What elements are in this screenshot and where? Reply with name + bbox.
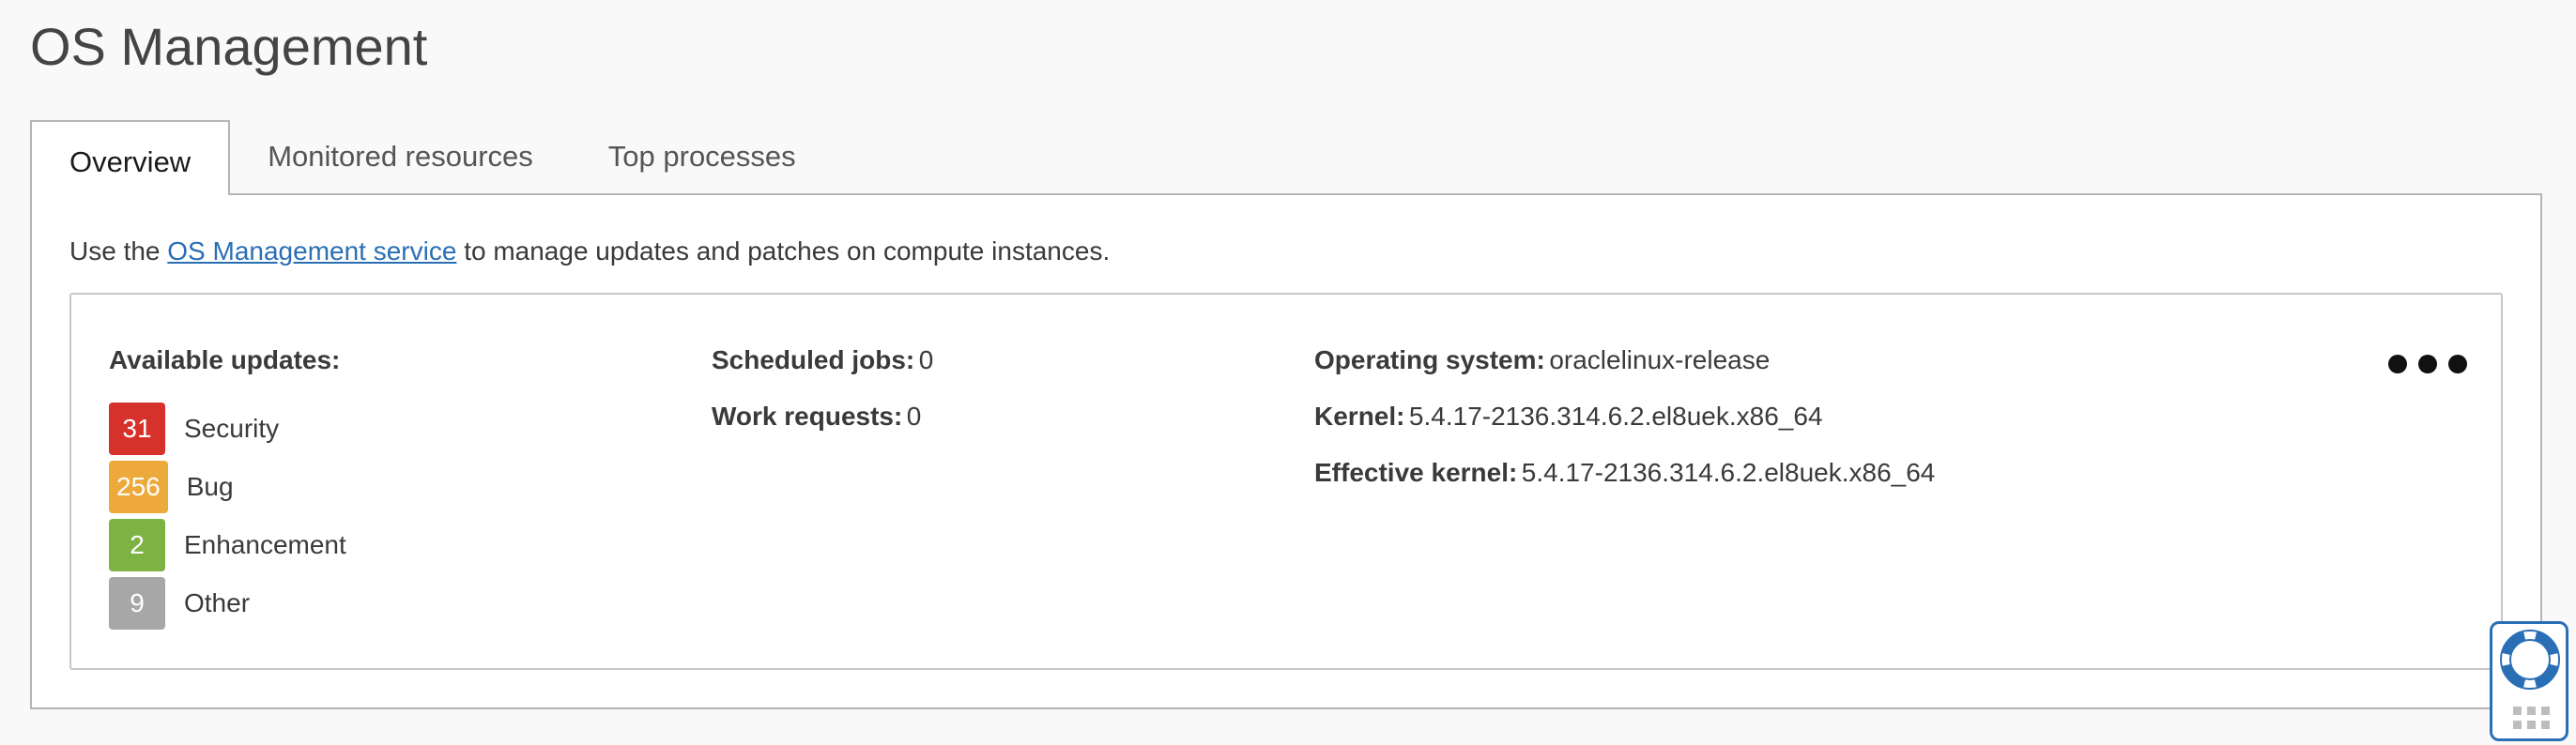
enhancement-count-badge: 2 <box>109 519 165 571</box>
more-actions-icon[interactable] <box>2388 355 2467 373</box>
update-row-enhancement[interactable]: 2 Enhancement <box>109 518 346 572</box>
tab-monitored-resources[interactable]: Monitored resources <box>230 120 571 193</box>
kernel-value: 5.4.17-2136.314.6.2.el8uek.x86_64 <box>1408 402 1823 431</box>
system-info-section: Operating system: oraclelinux-release Ke… <box>1314 342 1935 510</box>
available-updates-section: Available updates: 31 Security 256 Bug 2… <box>109 342 346 631</box>
bug-label: Bug <box>186 472 234 501</box>
more-dot <box>2448 355 2467 373</box>
intro-text: Use the OS Management service to manage … <box>69 236 1110 266</box>
kernel-label: Kernel: <box>1314 402 1405 431</box>
enhancement-label: Enhancement <box>184 530 346 559</box>
bug-count-badge: 256 <box>109 461 168 513</box>
tab-bar: Overview Monitored resources Top process… <box>30 120 834 195</box>
effective-kernel-value: 5.4.17-2136.314.6.2.el8uek.x86_64 <box>1521 458 1936 487</box>
work-requests-value: 0 <box>906 402 922 431</box>
jobs-section: Scheduled jobs: 0 Work requests: 0 <box>712 342 933 454</box>
security-label: Security <box>184 414 280 443</box>
drag-handle-icon[interactable] <box>2513 707 2550 729</box>
operating-system-label: Operating system: <box>1314 345 1545 374</box>
os-management-summary-card: Available updates: 31 Security 256 Bug 2… <box>69 293 2503 670</box>
work-requests-row: Work requests: 0 <box>712 398 933 454</box>
update-row-bug[interactable]: 256 Bug <box>109 460 346 514</box>
intro-prefix: Use the <box>69 236 168 266</box>
page-title: OS Management <box>30 17 428 76</box>
scheduled-jobs-value: 0 <box>918 345 934 374</box>
tab-top-processes[interactable]: Top processes <box>571 120 834 193</box>
operating-system-row: Operating system: oraclelinux-release <box>1314 342 1935 398</box>
other-count-badge: 9 <box>109 577 165 630</box>
update-row-security[interactable]: 31 Security <box>109 402 346 456</box>
more-dot <box>2418 355 2437 373</box>
lifebuoy-icon <box>2500 630 2560 690</box>
overview-panel: Use the OS Management service to manage … <box>30 193 2542 709</box>
updates-list: 31 Security 256 Bug 2 Enhancement 9 Othe… <box>109 402 346 631</box>
effective-kernel-label: Effective kernel: <box>1314 458 1518 487</box>
tab-overview[interactable]: Overview <box>30 120 231 195</box>
effective-kernel-row: Effective kernel: 5.4.17-2136.314.6.2.el… <box>1314 454 1935 510</box>
security-count-badge: 31 <box>109 403 165 455</box>
operating-system-value: oraclelinux-release <box>1549 345 1771 374</box>
work-requests-label: Work requests: <box>712 402 903 431</box>
available-updates-label: Available updates: <box>109 345 341 374</box>
help-widget-button[interactable] <box>2490 621 2568 741</box>
more-dot <box>2388 355 2407 373</box>
scheduled-jobs-label: Scheduled jobs: <box>712 345 915 374</box>
intro-suffix: to manage updates and patches on compute… <box>456 236 1111 266</box>
update-row-other[interactable]: 9 Other <box>109 576 346 631</box>
other-label: Other <box>184 588 251 617</box>
kernel-row: Kernel: 5.4.17-2136.314.6.2.el8uek.x86_6… <box>1314 398 1935 454</box>
os-management-service-link[interactable]: OS Management service <box>167 236 456 266</box>
scheduled-jobs-row: Scheduled jobs: 0 <box>712 342 933 398</box>
